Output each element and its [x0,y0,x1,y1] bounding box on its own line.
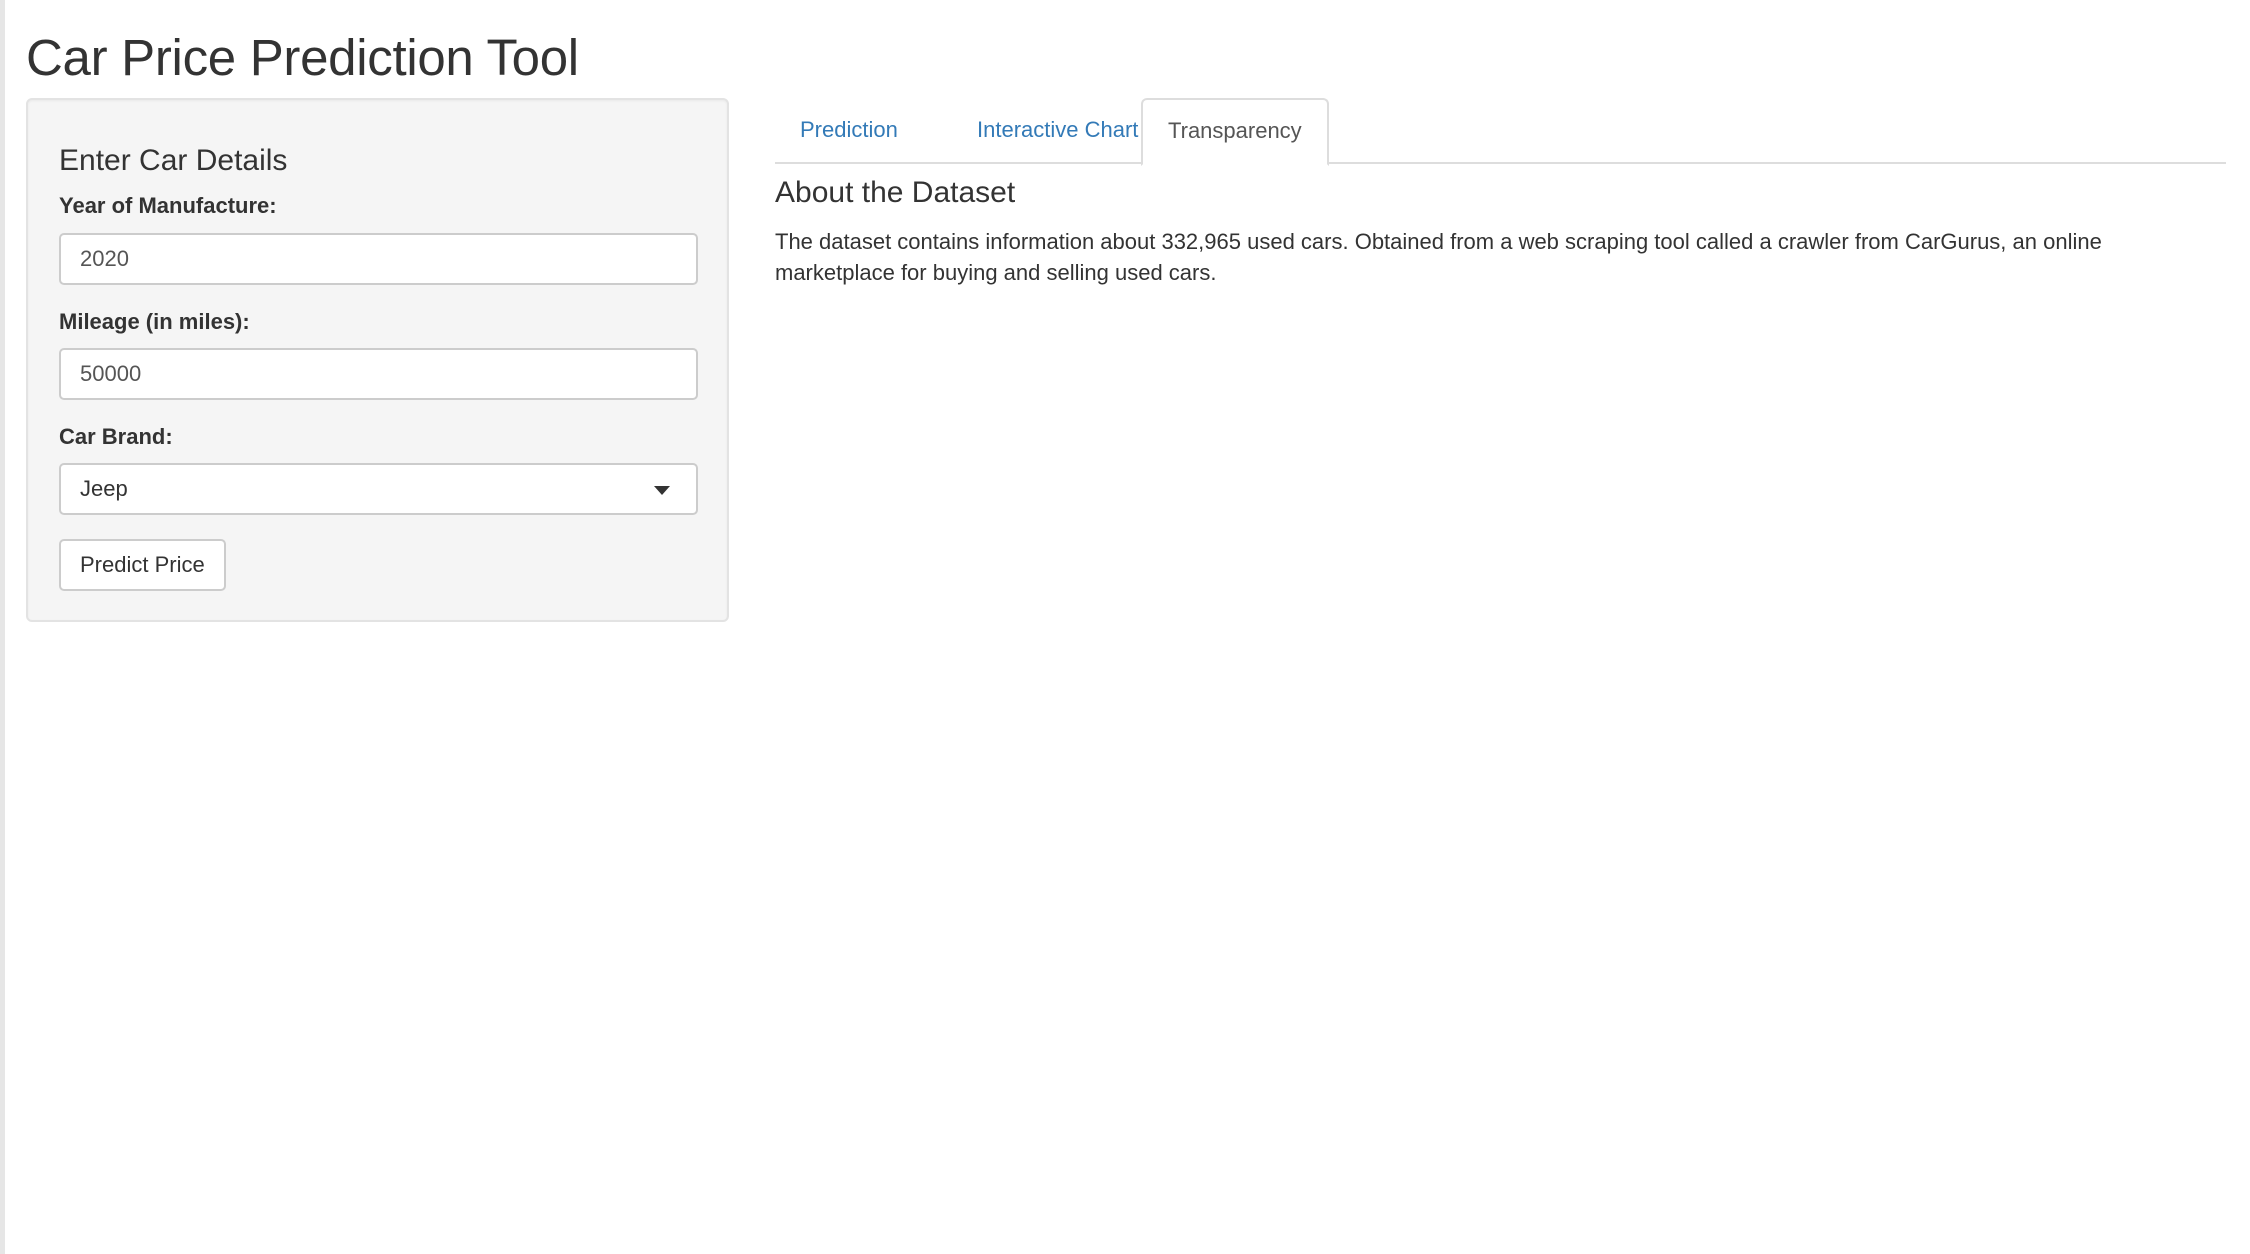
page-title: Car Price Prediction Tool [26,29,579,86]
mileage-label: Mileage (in miles): [59,309,250,334]
tab-bar: Prediction Interactive Chart Transparenc… [775,98,2226,166]
tab-interactive-chart[interactable]: Interactive Chart [952,98,1163,164]
brand-select-value: Jeep [80,476,128,501]
sidebar-panel: Enter Car Details Year of Manufacture: M… [26,98,729,622]
window-left-edge [0,0,5,1254]
section-heading: About the Dataset [775,176,1016,209]
brand-label: Car Brand: [59,424,173,449]
predict-price-button[interactable]: Predict Price [59,539,226,591]
tab-prediction[interactable]: Prediction [775,98,923,164]
tab-transparency[interactable]: Transparency [1141,98,1329,166]
year-input[interactable] [59,233,698,285]
year-label: Year of Manufacture: [59,193,277,218]
mileage-input[interactable] [59,348,698,400]
brand-select[interactable]: Jeep [59,463,698,515]
dataset-description: The dataset contains information about 3… [775,229,2102,285]
chevron-down-icon [654,486,670,495]
panel-heading: Enter Car Details [59,144,288,177]
